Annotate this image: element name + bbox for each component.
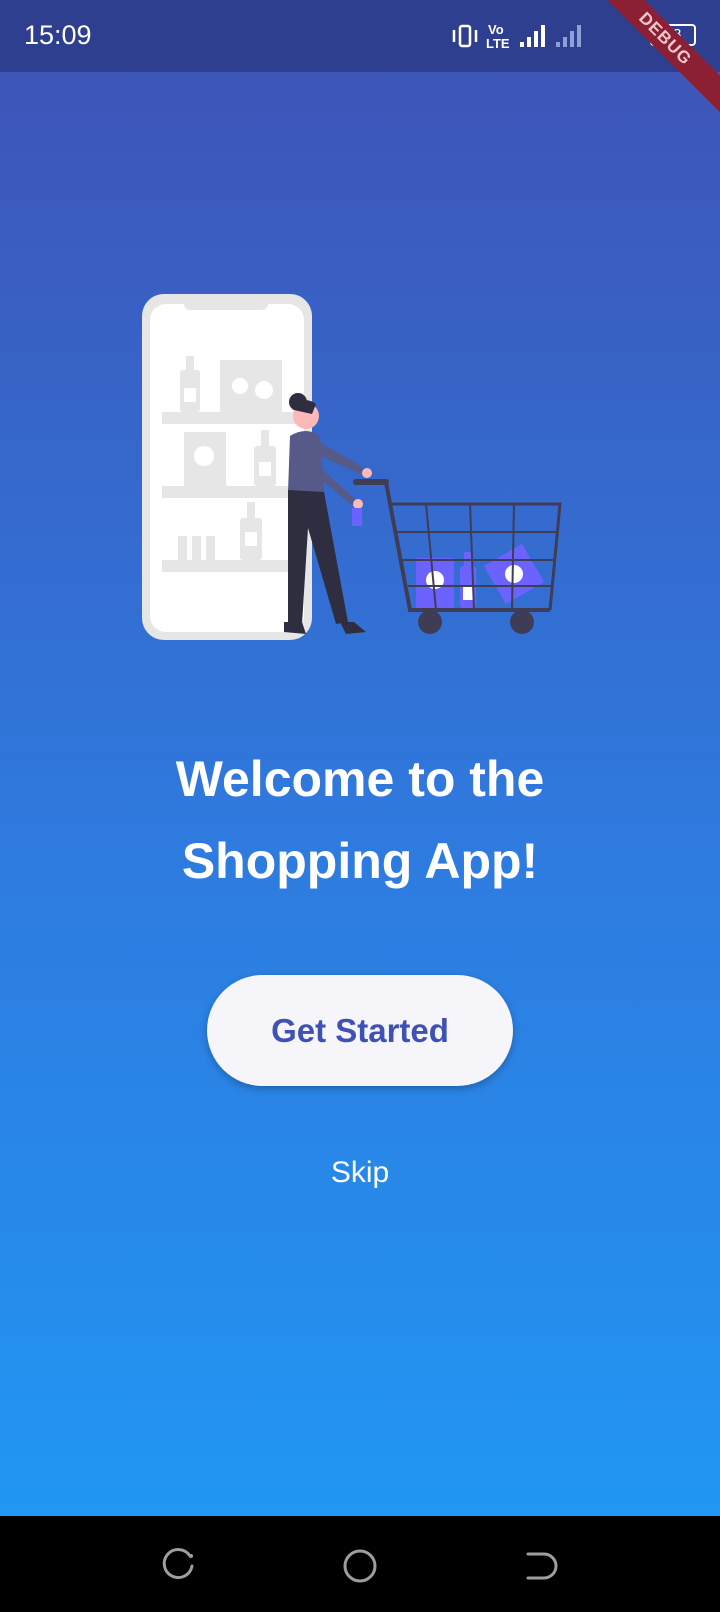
- status-bar: 15:09 Vo LTE DEBUG: [0, 0, 720, 116]
- shopping-illustration: [142, 294, 562, 640]
- svg-text:Vo: Vo: [488, 22, 504, 37]
- signal-icon-2: [556, 25, 581, 47]
- recent-apps-icon[interactable]: [160, 1546, 200, 1586]
- debug-banner: DEBUG: [588, 0, 720, 116]
- welcome-title: Welcome to the Shopping App!: [0, 738, 720, 902]
- get-started-button[interactable]: Get Started: [207, 975, 513, 1086]
- status-icons: Vo LTE: [452, 22, 581, 51]
- status-time: 15:09: [24, 20, 92, 50]
- signal-icon: [520, 25, 545, 47]
- back-icon[interactable]: [520, 1546, 560, 1586]
- svg-text:LTE: LTE: [486, 36, 510, 51]
- phone-illustration: [142, 294, 312, 640]
- onboarding-screen: 15:09 Vo LTE DEBUG Welcome to the Shoppi…: [0, 0, 720, 1516]
- cart-illustration: [353, 479, 562, 634]
- volte-icon: Vo LTE: [486, 22, 510, 51]
- skip-link[interactable]: Skip: [0, 1156, 720, 1190]
- welcome-title-line1: Welcome to the: [175, 751, 545, 807]
- welcome-title-line2: Shopping App!: [181, 833, 539, 889]
- vibrate-icon: [452, 24, 478, 48]
- home-icon[interactable]: [340, 1546, 380, 1586]
- system-nav-bar: [0, 1516, 720, 1612]
